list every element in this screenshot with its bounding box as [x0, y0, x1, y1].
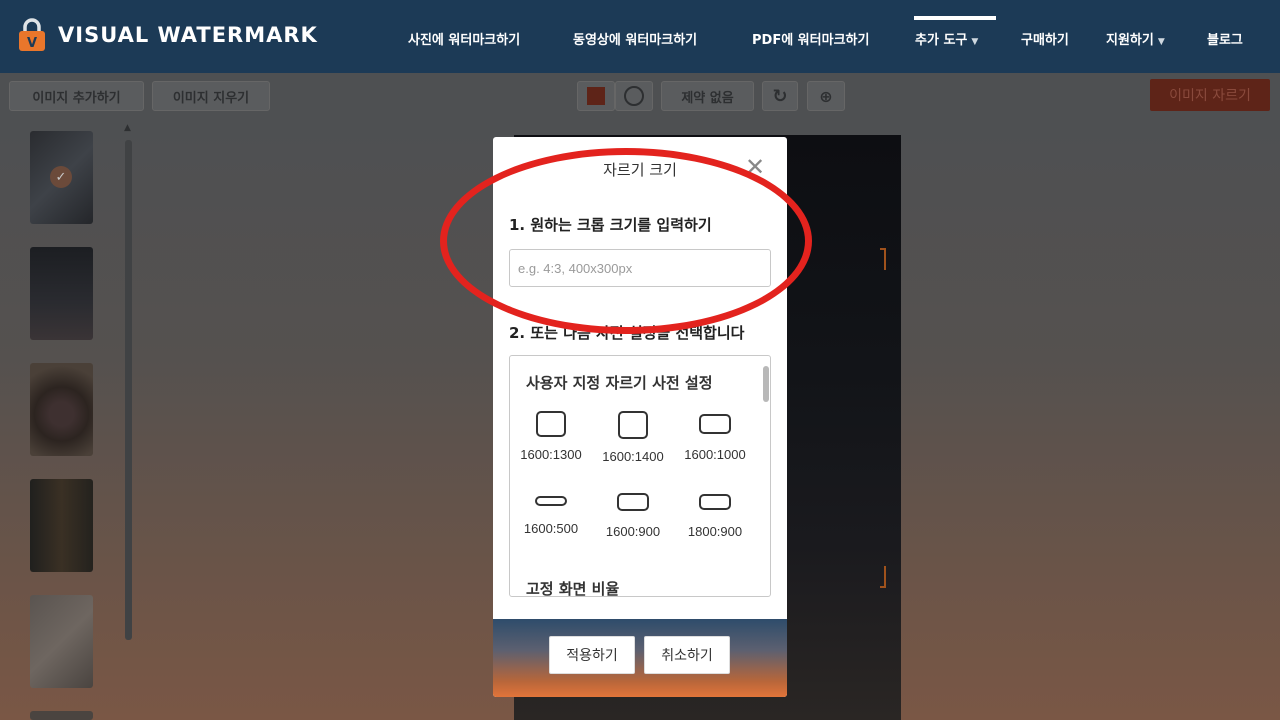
preset-label: 1600:900 — [605, 524, 661, 539]
editor-toolbar: 이미지 추가하기 이미지 지우기 제약 없음 ↻ ⊕ — [0, 73, 1280, 120]
brand-name: VISUAL WATERMARK — [58, 23, 318, 47]
image-thumbnail[interactable] — [30, 711, 93, 720]
nav-blog[interactable]: 블로그 — [1207, 29, 1243, 48]
preset-1800-900[interactable]: 1800:900 — [674, 493, 756, 539]
preset-1600-1300[interactable]: 1600:1300 — [510, 411, 592, 462]
image-thumbnail[interactable]: ✓ — [30, 131, 93, 224]
image-thumbnail[interactable] — [30, 363, 93, 456]
aspect-ratio-icon — [535, 496, 567, 506]
remove-images-button[interactable]: 이미지 지우기 — [152, 81, 270, 111]
brand-logo[interactable]: V VISUAL WATERMARK — [16, 18, 318, 52]
nav-support-label: 지원하기 — [1106, 33, 1154, 48]
highlight-annotation — [440, 148, 812, 334]
nav-watermark-pdf[interactable]: PDF에 워터마크하기 — [752, 29, 869, 48]
add-images-button[interactable]: 이미지 추가하기 — [9, 81, 144, 111]
rotate-icon: ↻ — [772, 85, 788, 107]
circle-shape-icon — [624, 86, 644, 106]
image-thumbnail[interactable] — [30, 595, 93, 688]
check-icon: ✓ — [50, 166, 72, 188]
nav-buy[interactable]: 구매하기 — [1021, 29, 1069, 48]
crop-handle[interactable] — [880, 248, 886, 270]
nav-support[interactable]: 지원하기 ▼ — [1106, 29, 1165, 48]
preset-label: 1600:1300 — [520, 447, 582, 462]
circle-crop-button[interactable] — [615, 81, 653, 111]
nav-more-tools-label: 추가 도구 — [915, 33, 968, 48]
crop-images-button[interactable]: 이미지 자르기 — [1150, 79, 1270, 111]
preset-list[interactable]: 사용자 지정 자르기 사전 설정 1600:1300 1600:1400 160… — [509, 355, 771, 597]
apply-button[interactable]: 적용하기 — [549, 636, 635, 674]
preset-label: 1600:1000 — [684, 447, 746, 462]
image-thumbnail[interactable] — [30, 247, 93, 340]
custom-presets-heading: 사용자 지정 자르기 사전 설정 — [526, 374, 713, 392]
svg-text:V: V — [27, 36, 37, 51]
preset-label: 1600:1400 — [602, 449, 664, 464]
chevron-down-icon: ▼ — [971, 37, 979, 47]
nav-active-indicator — [914, 16, 996, 20]
aspect-ratio-icon — [699, 414, 731, 434]
image-add-icon: ⊕ — [819, 86, 833, 106]
aspect-ratio-icon — [699, 494, 731, 510]
rectangle-crop-button[interactable] — [577, 81, 615, 111]
preset-label: 1800:900 — [687, 524, 743, 539]
scroll-up-icon[interactable]: ▲ — [124, 123, 131, 133]
add-image-tool-button[interactable]: ⊕ — [807, 81, 845, 111]
preset-1600-900[interactable]: 1600:900 — [592, 493, 674, 539]
preset-scrollbar[interactable] — [763, 366, 769, 402]
chevron-down-icon: ▼ — [1157, 37, 1165, 47]
thumbnail-scrollbar[interactable] — [125, 140, 132, 640]
preset-1600-1400[interactable]: 1600:1400 — [592, 411, 674, 464]
preset-1600-1000[interactable]: 1600:1000 — [674, 411, 756, 462]
nav-watermark-photos[interactable]: 사진에 워터마크하기 — [408, 29, 520, 48]
cancel-button[interactable]: 취소하기 — [644, 636, 730, 674]
nav-watermark-videos[interactable]: 동영상에 워터마크하기 — [573, 29, 697, 48]
top-navigation-bar: V VISUAL WATERMARK 사진에 워터마크하기 동영상에 워터마크하… — [0, 0, 1280, 73]
preset-1600-500[interactable]: 1600:500 — [510, 493, 592, 536]
square-shape-icon — [587, 87, 605, 105]
aspect-ratio-icon — [618, 411, 648, 439]
nav-more-tools[interactable]: 추가 도구 ▼ — [915, 29, 978, 48]
padlock-logo-icon: V — [19, 18, 45, 51]
preset-label: 1600:500 — [523, 521, 579, 536]
dialog-footer: 적용하기 취소하기 — [493, 619, 787, 697]
aspect-ratio-icon — [617, 493, 649, 511]
crop-handle[interactable] — [880, 566, 886, 588]
rotate-button[interactable]: ↻ — [762, 81, 798, 111]
image-thumbnail[interactable] — [30, 479, 93, 572]
aspect-ratio-button[interactable]: 제약 없음 — [661, 81, 754, 111]
fixed-ratio-heading: 고정 화면 비율 — [526, 580, 620, 597]
aspect-ratio-icon — [536, 411, 566, 437]
